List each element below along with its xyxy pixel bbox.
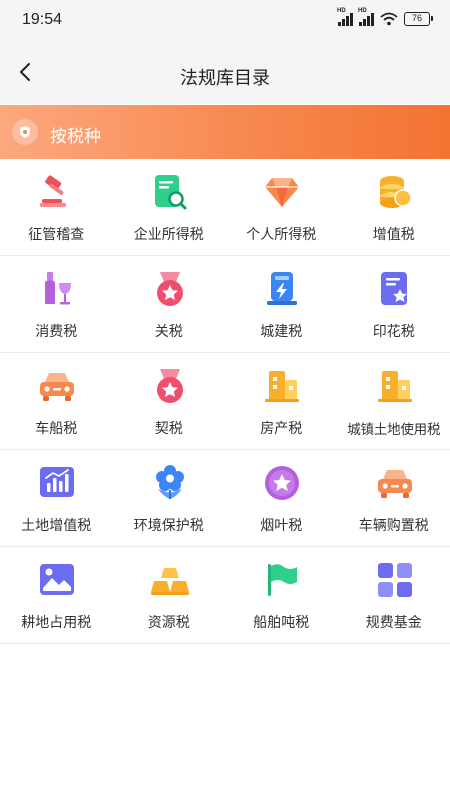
category-item[interactable]: 城建税: [225, 256, 338, 352]
signal-icon: HD: [358, 8, 374, 26]
wifi-icon: [380, 12, 398, 26]
category-label: 消费税: [35, 323, 78, 339]
medal-icon: [156, 272, 183, 306]
category-item[interactable]: 环境保护税: [113, 450, 226, 546]
medal-icon: [156, 369, 183, 403]
category-label: 征管稽查: [28, 226, 85, 242]
category-item[interactable]: 契税: [113, 353, 226, 449]
building-icon: [377, 371, 412, 402]
category-item[interactable]: 耕地占用税: [0, 547, 113, 643]
category-label: 土地增值税: [21, 517, 92, 533]
landscape-icon: [40, 564, 74, 595]
gold-bars-icon: [150, 568, 189, 595]
category-label: 耕地占用税: [21, 614, 92, 630]
category-item[interactable]: 车辆购置税: [338, 450, 450, 546]
category-label: 关税: [154, 323, 183, 339]
wine-icon: [45, 272, 71, 305]
status-time: 19:54: [22, 11, 63, 28]
signal-icon: HD: [337, 8, 353, 26]
grid-row: 消费税 关税 城建税 印花税: [0, 256, 450, 353]
certificate-icon: [380, 272, 407, 305]
badge-icon: [12, 119, 38, 145]
flower-icon: [155, 465, 184, 499]
category-label: 增值税: [372, 226, 415, 242]
tax-category-grid: 征管稽查 企业所得税 个人所得税 增值税 消费税 关税 城建税 印花税 车船税 …: [0, 159, 450, 644]
flag-icon: [268, 564, 297, 596]
page-title: 法规库目录: [180, 68, 270, 88]
category-label: 城建税: [260, 323, 303, 339]
category-label: 印花税: [372, 323, 415, 339]
battery-icon: 76: [404, 12, 433, 26]
category-label: 城镇土地使用税: [347, 422, 441, 437]
category-label: 环境保护税: [133, 517, 204, 533]
grid-row: 土地增值税 环境保护税 烟叶税 车辆购置税: [0, 450, 450, 547]
category-label: 烟叶税: [260, 517, 303, 533]
building-icon: [265, 371, 299, 402]
car-icon: [40, 373, 74, 401]
category-item[interactable]: 船舶吨税: [225, 547, 338, 643]
category-item[interactable]: 增值税: [338, 159, 450, 255]
category-item[interactable]: 企业所得税: [113, 159, 226, 255]
category-item[interactable]: 规费基金: [338, 547, 450, 643]
category-item[interactable]: 征管稽查: [0, 159, 113, 255]
charging-station-icon: [267, 272, 297, 305]
category-label: 车船税: [35, 420, 78, 436]
star-circle-icon: [265, 466, 299, 500]
category-item[interactable]: 城镇土地使用税: [338, 353, 450, 449]
category-item[interactable]: 土地增值税: [0, 450, 113, 546]
grid-row: 车船税 契税 房产税 城镇土地使用税: [0, 353, 450, 450]
grid-icon: [377, 563, 412, 597]
category-label: 车辆购置税: [358, 517, 429, 533]
category-label: 个人所得税: [246, 226, 317, 242]
category-item[interactable]: 烟叶税: [225, 450, 338, 546]
diamond-icon: [265, 178, 299, 207]
section-header: 按税种: [0, 105, 450, 159]
category-item[interactable]: 车船税: [0, 353, 113, 449]
category-item[interactable]: 房产税: [225, 353, 338, 449]
document-search-icon: [154, 175, 186, 210]
nav-bar: 法规库目录: [0, 40, 450, 104]
section-title: 按税种: [50, 127, 101, 146]
category-label: 房产税: [260, 420, 303, 436]
status-bar: 19:54 HD HD 76: [0, 0, 450, 40]
category-label: 契税: [154, 420, 183, 436]
grid-row: 耕地占用税 资源税 船舶吨税 规费基金: [0, 547, 450, 644]
status-icons: HD HD 76: [337, 8, 433, 26]
category-item[interactable]: 个人所得税: [225, 159, 338, 255]
category-item[interactable]: 关税: [113, 256, 226, 352]
car-icon: [377, 470, 412, 498]
category-item[interactable]: 印花税: [338, 256, 450, 352]
bar-chart-icon: [40, 467, 74, 497]
category-label: 资源税: [147, 614, 190, 630]
category-label: 规费基金: [365, 614, 422, 630]
category-label: 船舶吨税: [253, 614, 310, 630]
category-label: 企业所得税: [133, 226, 204, 242]
category-item[interactable]: 消费税: [0, 256, 113, 352]
coin-stack-icon: [379, 176, 412, 208]
grid-row: 征管稽查 企业所得税 个人所得税 增值税: [0, 159, 450, 256]
category-item[interactable]: 资源税: [113, 547, 226, 643]
gavel-icon: [40, 175, 66, 207]
